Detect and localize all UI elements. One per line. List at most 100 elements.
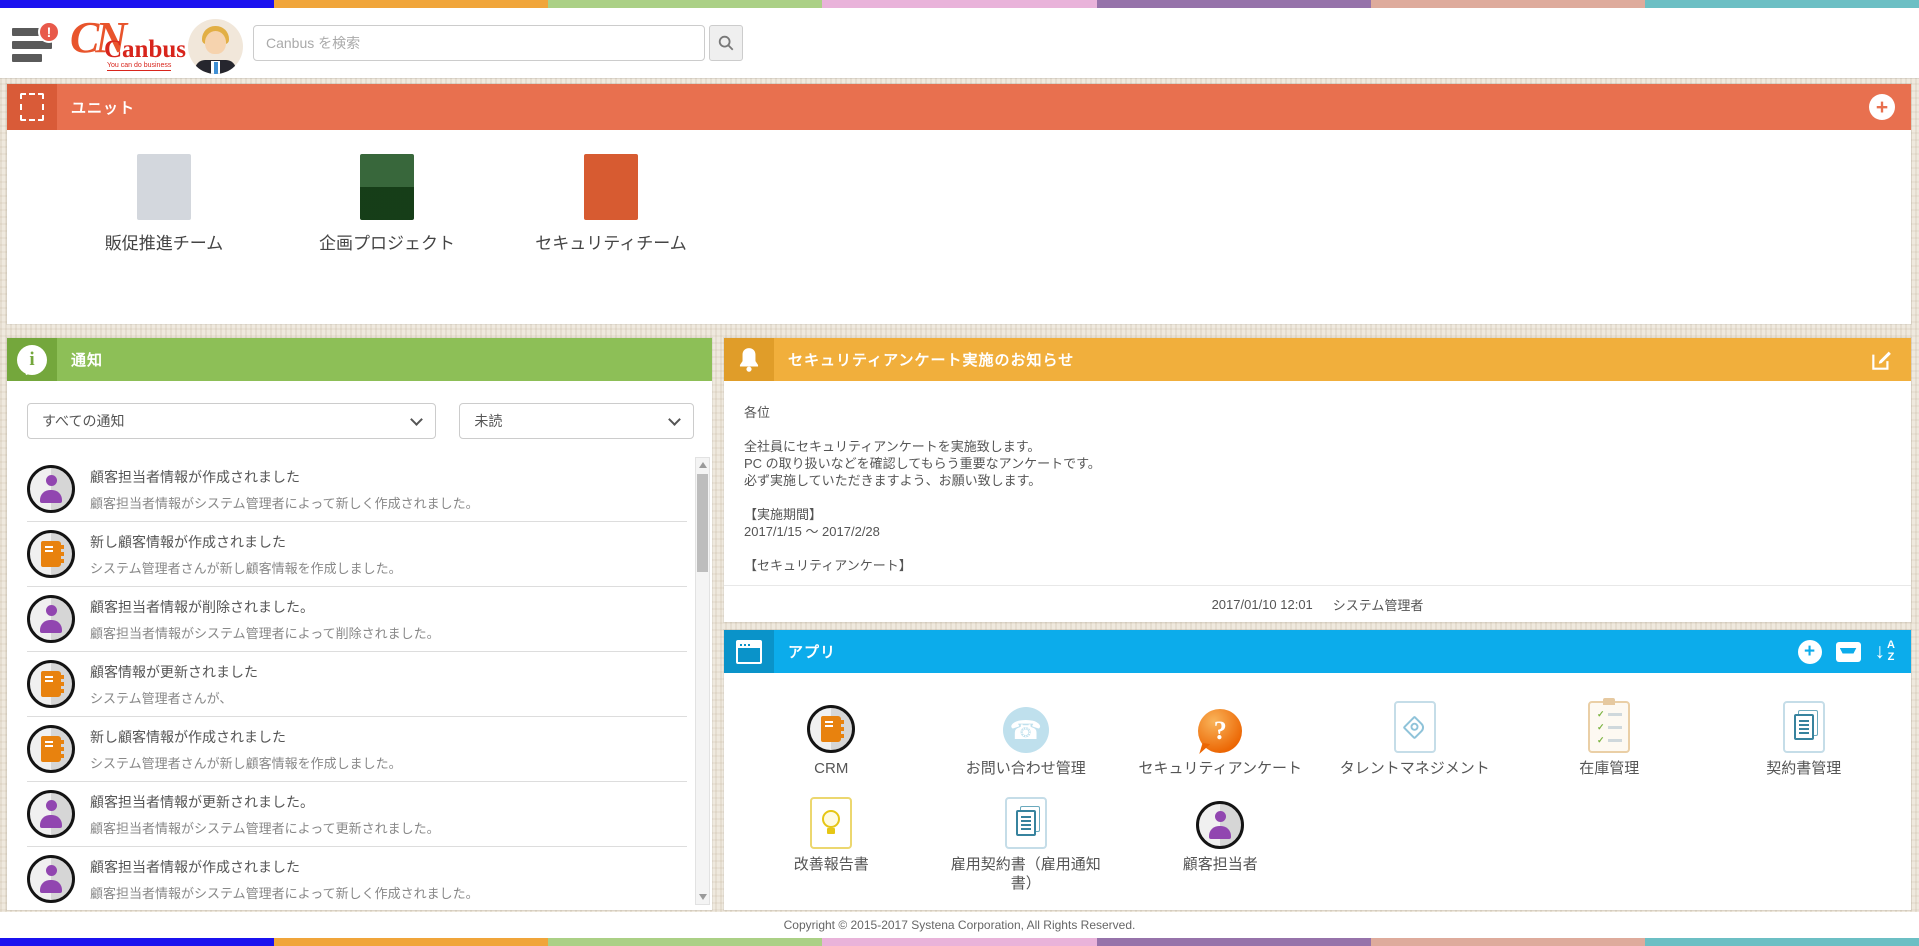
- announcement-body: 各位全社員にセキュリティアンケートを実施致します。PC の取り扱いなどを確認して…: [724, 381, 1911, 574]
- stripe-segment: [1371, 938, 1645, 946]
- notifications-header: i 通知: [7, 338, 712, 381]
- unit-tile[interactable]: 販促推進チーム: [84, 154, 244, 254]
- announcement-blank-line: [744, 540, 1891, 557]
- app-item[interactable]: ☎お問い合わせ管理: [929, 699, 1124, 779]
- notification-title: 顧客担当者情報が作成されました: [90, 857, 687, 877]
- notification-texts: 顧客担当者情報が作成されました顧客担当者情報がシステム管理者によって新しく作成さ…: [90, 857, 687, 902]
- select-value: すべての通知: [42, 411, 412, 431]
- customer-book-icon: [27, 530, 75, 578]
- scrollbar-thumb[interactable]: [697, 474, 708, 572]
- notification-item[interactable]: 顧客担当者情報が削除されました。顧客担当者情報がシステム管理者によって削除されま…: [27, 587, 687, 652]
- notification-description: 顧客担当者情報がシステム管理者によって削除されました。: [90, 623, 687, 642]
- stripe-segment: [822, 0, 1096, 8]
- announcement-line: 【セキュリティアンケート】: [744, 557, 1891, 574]
- person-avatar-icon: [27, 855, 75, 903]
- notification-list: 顧客担当者情報が作成されました顧客担当者情報がシステム管理者によって新しく作成さ…: [27, 457, 687, 906]
- bulb-glyph: [822, 810, 840, 828]
- app-item[interactable]: CRM: [734, 699, 929, 779]
- checklist-row: [1597, 710, 1622, 719]
- app-inbox-button[interactable]: [1836, 642, 1861, 662]
- person-glyph: [38, 475, 64, 503]
- add-unit-button[interactable]: +: [1869, 94, 1895, 120]
- lightbulb-icon: [810, 797, 852, 849]
- unit-tile-list: 販促推進チーム企画プロジェクトセキュリティチーム: [7, 130, 1911, 324]
- document-glyph: [1016, 810, 1036, 836]
- notification-item[interactable]: 顧客担当者情報が更新されました。顧客担当者情報がシステム管理者によって更新されま…: [27, 782, 687, 847]
- app-item[interactable]: 在庫管理: [1512, 699, 1707, 779]
- announcement-meta: 2017/01/10 12:01 システム管理者: [724, 585, 1911, 622]
- unit-tile-label: セキュリティチーム: [531, 229, 691, 254]
- app-item[interactable]: 契約書管理: [1707, 699, 1902, 779]
- app-label: セキュリティアンケート: [1138, 760, 1302, 779]
- person-avatar-icon: [27, 595, 75, 643]
- app-label: 在庫管理: [1579, 760, 1639, 779]
- apps-panel: アプリ + ↓ A Z CRM☎お問い合わせ管理?セキュリティアンケ: [724, 630, 1911, 910]
- app-icon-area: [1783, 699, 1825, 753]
- add-app-button[interactable]: +: [1798, 640, 1822, 664]
- search-input[interactable]: [253, 25, 705, 61]
- announcement-blank-line: [744, 489, 1891, 506]
- unit-tile-thumbnail: [360, 154, 414, 220]
- announcement-line: 【実施期間】: [744, 506, 1891, 523]
- notification-item[interactable]: 顧客担当者情報が作成されました顧客担当者情報がシステム管理者によって新しく作成さ…: [27, 847, 687, 906]
- user-avatar[interactable]: [188, 19, 243, 74]
- crm-book-icon: [807, 705, 855, 753]
- notification-scrollbar[interactable]: [695, 457, 710, 905]
- app-sort-button[interactable]: ↓ A Z: [1875, 640, 1895, 663]
- announcement-line: 必ず実施していただきますよう、お願い致します。: [744, 472, 1891, 489]
- notification-texts: 顧客情報が更新されましたシステム管理者さんが、: [90, 662, 687, 707]
- stripe-segment: [274, 0, 548, 8]
- app-item[interactable]: タレントマネジメント: [1318, 699, 1513, 779]
- menu-button[interactable]: !: [12, 28, 58, 62]
- notification-item[interactable]: 新し顧客情報が作成されましたシステム管理者さんが新し顧客情報を作成しました。: [27, 717, 687, 782]
- book-glyph: [41, 541, 61, 567]
- unit-panel-title: ユニット: [71, 97, 135, 118]
- customer-book-icon: [27, 725, 75, 773]
- tag-icon: [1394, 701, 1436, 753]
- app-label: CRM: [814, 760, 848, 779]
- app-item[interactable]: 改善報告書: [734, 795, 929, 894]
- app-icon-area: [1196, 795, 1244, 849]
- notification-item[interactable]: 顧客担当者情報が作成されました顧客担当者情報がシステム管理者によって新しく作成さ…: [27, 457, 687, 522]
- scroll-up-arrow-icon[interactable]: [699, 462, 707, 468]
- filter-read-select[interactable]: 未読: [459, 403, 694, 439]
- documents-icon: [1783, 701, 1825, 753]
- customer-book-icon: [27, 660, 75, 708]
- scroll-down-arrow-icon[interactable]: [699, 894, 707, 900]
- phone-icon: ☎: [1003, 707, 1049, 753]
- unit-tile[interactable]: セキュリティチーム: [531, 154, 691, 254]
- stripe-segment: [1097, 938, 1371, 946]
- search-button[interactable]: [709, 25, 743, 61]
- notification-texts: 新し顧客情報が作成されましたシステム管理者さんが新し顧客情報を作成しました。: [90, 727, 687, 772]
- notification-texts: 新し顧客情報が作成されましたシステム管理者さんが新し顧客情報を作成しました。: [90, 532, 687, 577]
- apps-lead-square: [724, 630, 774, 673]
- stripe-segment: [274, 938, 548, 946]
- unit-tile[interactable]: 企画プロジェクト: [307, 154, 467, 254]
- app-item[interactable]: ?セキュリティアンケート: [1123, 699, 1318, 779]
- canbus-logo[interactable]: CN Canbus You can do business: [70, 18, 190, 70]
- documents-icon: [1005, 797, 1047, 849]
- stripe-segment: [548, 938, 822, 946]
- notification-item[interactable]: 顧客情報が更新されましたシステム管理者さんが、: [27, 652, 687, 717]
- bottom-color-stripe: [0, 938, 1919, 946]
- app-item[interactable]: 雇用契約書（雇用通知書）: [929, 795, 1124, 894]
- stripe-segment: [1645, 0, 1919, 8]
- notification-description: 顧客担当者情報がシステム管理者によって新しく作成されました。: [90, 493, 687, 512]
- filter-type-select[interactable]: すべての通知: [27, 403, 436, 439]
- sort-letter-z: Z: [1887, 652, 1895, 664]
- book-glyph: [821, 716, 841, 742]
- app-window-icon: [736, 640, 762, 664]
- sort-letter-a: A: [1887, 640, 1895, 652]
- notifications-panel: i 通知 すべての通知 未読 顧客担当者情報が作成されました顧客担当者情報がシステ…: [7, 338, 712, 910]
- unit-panel-header: ユニット +: [7, 84, 1911, 130]
- edit-announcement-button[interactable]: [1869, 347, 1895, 373]
- announcement-line: PC の取り扱いなどを確認してもらう重要なアンケートです。: [744, 455, 1891, 472]
- app-item[interactable]: 顧客担当者: [1123, 795, 1318, 894]
- sort-arrow: ↓: [1875, 641, 1886, 662]
- logo-tagline: You can do business: [107, 62, 171, 71]
- edit-icon: [1869, 347, 1895, 373]
- app-icon-area: [807, 699, 855, 753]
- notification-texts: 顧客担当者情報が更新されました。顧客担当者情報がシステム管理者によって更新されま…: [90, 792, 687, 837]
- notification-description: 顧客担当者情報がシステム管理者によって更新されました。: [90, 818, 687, 837]
- notification-item[interactable]: 新し顧客情報が作成されましたシステム管理者さんが新し顧客情報を作成しました。: [27, 522, 687, 587]
